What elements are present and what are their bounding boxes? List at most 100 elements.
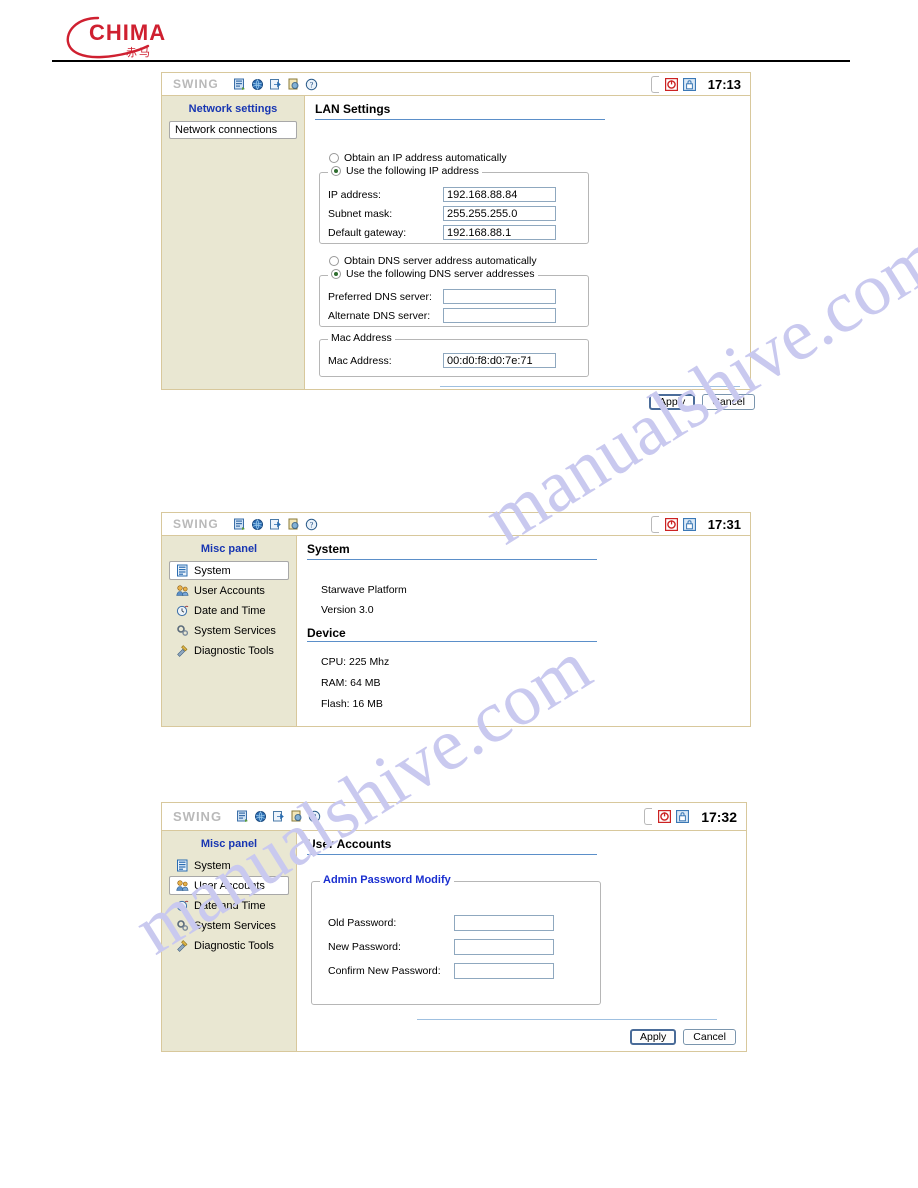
- apply-button[interactable]: Apply: [649, 394, 696, 410]
- device-icon[interactable]: [233, 78, 246, 91]
- sidebar-item-user-accounts[interactable]: User Accounts: [169, 876, 289, 895]
- sidebar-item-system-services[interactable]: System Services: [169, 916, 289, 935]
- radio-indicator: [329, 153, 339, 163]
- admin-password-group: Admin Password Modify Old Password: New …: [311, 874, 601, 1005]
- power-icon[interactable]: [664, 77, 678, 91]
- field-confirm-new-password: Confirm New Password:: [328, 963, 554, 979]
- help-icon[interactable]: ?: [308, 810, 321, 823]
- sidebar-item-diagnostic-tools[interactable]: Diagnostic Tools: [169, 641, 289, 660]
- radio-label: Obtain an IP address automatically: [344, 152, 507, 164]
- dns-server-group: Use the following DNS server addresses P…: [319, 268, 589, 327]
- globe-icon[interactable]: [251, 518, 264, 531]
- power-icon[interactable]: [664, 517, 678, 531]
- window-body: Misc panel System User Accounts Date and…: [162, 831, 746, 1051]
- confirm-password-input[interactable]: [454, 963, 554, 979]
- window-titlebar: SWING ? 17:31: [162, 513, 750, 536]
- export-icon[interactable]: [269, 518, 282, 531]
- radio-indicator: [331, 166, 341, 176]
- tools-icon: [177, 940, 188, 952]
- lock-icon[interactable]: [682, 77, 696, 91]
- sidebar-item-system[interactable]: System: [169, 561, 289, 580]
- new-password-input[interactable]: [454, 939, 554, 955]
- sidebar-item-label: System: [194, 859, 231, 872]
- chima-logo: CHIMA 赤马: [52, 14, 212, 60]
- printer-icon[interactable]: [290, 810, 303, 823]
- old-password-input[interactable]: [454, 915, 554, 931]
- users-icon: [176, 880, 189, 891]
- printer-icon[interactable]: [287, 78, 300, 91]
- globe-icon[interactable]: [254, 810, 267, 823]
- device-icon[interactable]: [233, 518, 246, 531]
- window-brand: SWING: [173, 77, 219, 91]
- radio-label: Use the following IP address: [346, 165, 479, 177]
- window-brand: SWING: [173, 809, 223, 824]
- printer-icon[interactable]: [287, 518, 300, 531]
- sidebar-item-system-services[interactable]: System Services: [169, 621, 289, 640]
- sidebar-item-network-connections[interactable]: Network connections: [169, 121, 297, 139]
- radio-label: Use the following DNS server addresses: [346, 268, 535, 280]
- lan-action-buttons: Apply Cancel: [649, 394, 755, 410]
- sidebar-item-diagnostic-tools[interactable]: Diagnostic Tools: [169, 936, 289, 955]
- footer-divider: [417, 1019, 717, 1020]
- power-icon[interactable]: [658, 810, 672, 823]
- group-legend: Admin Password Modify: [320, 874, 454, 886]
- sidebar-item-label: System Services: [194, 624, 276, 637]
- cancel-button[interactable]: Cancel: [683, 1029, 736, 1045]
- device-ram: RAM: 64 MB: [321, 677, 381, 689]
- cancel-button[interactable]: Cancel: [702, 394, 755, 410]
- toolbar-icons: ?: [236, 810, 321, 823]
- page-title: System: [307, 542, 350, 556]
- field-alternate-dns: Alternate DNS server:: [328, 308, 556, 323]
- clock-icon: [176, 605, 189, 617]
- clock-display: 17:31: [707, 516, 741, 532]
- radio-use-following-ip[interactable]: Use the following IP address: [328, 165, 482, 177]
- radio-obtain-ip-auto[interactable]: Obtain an IP address automatically: [329, 152, 507, 164]
- footer-divider: [440, 386, 740, 387]
- lan-settings-content: LAN Settings Obtain an IP address automa…: [305, 96, 755, 410]
- mac-address-input[interactable]: 00:d0:f8:d0:7e:71: [443, 353, 556, 368]
- sidebar-title: Network settings: [188, 103, 278, 115]
- lan-settings-window: SWING ? 17:13 Network settings Network c…: [161, 72, 755, 410]
- lock-icon[interactable]: [676, 810, 690, 823]
- window-titlebar: SWING ? 17:13: [162, 73, 750, 96]
- sidebar-item-system[interactable]: System: [169, 856, 289, 875]
- sidebar-item-label: User Accounts: [194, 879, 265, 892]
- preferred-dns-input[interactable]: [443, 289, 556, 304]
- apply-button[interactable]: Apply: [630, 1029, 677, 1045]
- device-flash: Flash: 16 MB: [321, 698, 383, 710]
- field-label: New Password:: [328, 941, 401, 953]
- sidebar-item-date-and-time[interactable]: Date and Time: [169, 896, 289, 915]
- sidebar-item-user-accounts[interactable]: User Accounts: [169, 581, 289, 600]
- system-icon: [177, 564, 188, 577]
- sidebar-title: Misc panel: [200, 543, 258, 555]
- window-body: Network settings Network connections LAN…: [162, 96, 755, 410]
- user-accounts-content: User Accounts Admin Password Modify Old …: [297, 831, 746, 1051]
- help-icon[interactable]: ?: [305, 518, 318, 531]
- default-gateway-input[interactable]: 192.168.88.1: [443, 225, 556, 240]
- radio-obtain-dns-auto[interactable]: Obtain DNS server address automatically: [329, 255, 537, 267]
- export-icon[interactable]: [272, 810, 285, 823]
- user-accounts-window: SWING ? 17:32 Misc panel System User Acc…: [161, 802, 747, 1052]
- radio-use-following-dns[interactable]: Use the following DNS server addresses: [328, 268, 538, 280]
- help-icon[interactable]: ?: [305, 78, 318, 91]
- title-underline: [315, 119, 605, 120]
- export-icon[interactable]: [269, 78, 282, 91]
- field-label: Confirm New Password:: [328, 965, 441, 977]
- field-label: Alternate DNS server:: [328, 309, 431, 322]
- globe-icon[interactable]: [251, 78, 264, 91]
- sidebar-item-label: Date and Time: [194, 899, 266, 912]
- alternate-dns-input[interactable]: [443, 308, 556, 323]
- subnet-mask-input[interactable]: 255.255.255.0: [443, 206, 556, 221]
- sidebar-item-date-and-time[interactable]: Date and Time: [169, 601, 289, 620]
- sidebar-item-label: User Accounts: [194, 584, 265, 597]
- platform-name: Starwave Platform: [321, 584, 407, 596]
- titlebar-status-area: 17:32: [644, 803, 740, 830]
- ip-address-input[interactable]: 192.168.88.84: [443, 187, 556, 202]
- device-icon[interactable]: [236, 810, 249, 823]
- lock-icon[interactable]: [682, 517, 696, 531]
- status-separator: [650, 515, 659, 533]
- window-brand: SWING: [173, 517, 219, 531]
- toolbar-icons: ?: [233, 78, 318, 91]
- field-label: Default gateway:: [328, 226, 407, 239]
- clock-display: 17:13: [707, 76, 741, 92]
